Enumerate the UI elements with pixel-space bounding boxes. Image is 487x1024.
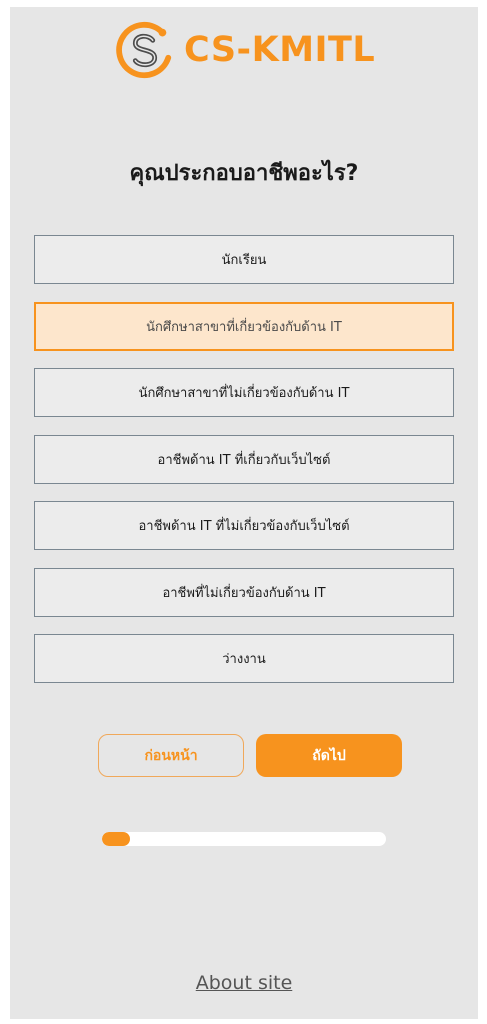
next-button[interactable]: ถัดไป <box>256 734 402 777</box>
progress-fill <box>102 832 131 846</box>
survey-page: CS-KMITL คุณประกอบอาชีพอะไร? นักเรียน นั… <box>10 7 478 1019</box>
question-title: คุณประกอบอาชีพอะไร? <box>129 161 359 186</box>
option-list: นักเรียน นักศึกษาสาขาที่เกี่ยวข้องกับด้า… <box>34 235 454 701</box>
brand-name: CS-KMITL <box>184 30 376 70</box>
option-non-it-student[interactable]: นักศึกษาสาขาที่ไม่เกี่ยวข้องกับด้าน IT <box>34 368 454 417</box>
brand-logo[interactable]: CS-KMITL <box>114 19 384 81</box>
option-student[interactable]: นักเรียน <box>34 235 454 284</box>
progress-bar <box>102 832 386 846</box>
cs-logo-icon <box>116 21 172 79</box>
option-it-non-web-job[interactable]: อาชีพด้าน IT ที่ไม่เกี่ยวข้องกับเว็บไซต์ <box>34 501 454 550</box>
option-non-it-job[interactable]: อาชีพที่ไม่เกี่ยวข้องกับด้าน IT <box>34 567 454 617</box>
option-unemployed[interactable]: ว่างงาน <box>34 634 454 683</box>
about-site-link[interactable]: About site <box>10 972 478 994</box>
previous-button[interactable]: ก่อนหน้า <box>98 734 244 777</box>
option-it-student[interactable]: นักศึกษาสาขาที่เกี่ยวข้องกับด้าน IT <box>34 301 454 351</box>
option-it-web-job[interactable]: อาชีพด้าน IT ที่เกี่ยวกับเว็บไซต์ <box>34 434 454 484</box>
